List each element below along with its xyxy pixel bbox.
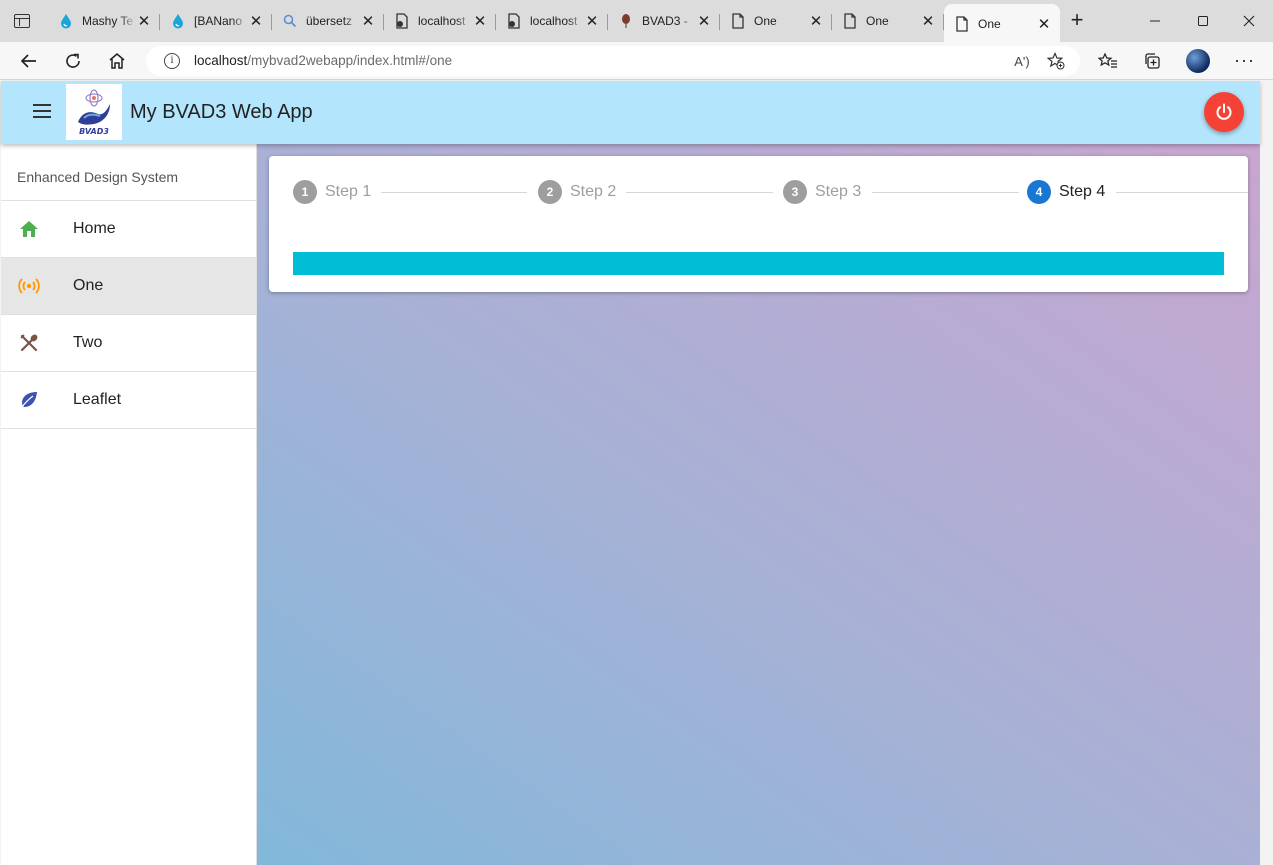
tab-title: One	[754, 14, 777, 28]
profile-avatar[interactable]	[1186, 49, 1210, 73]
leaf-icon	[18, 389, 40, 411]
tab-title: BVAD3 -	[642, 14, 688, 28]
utensils-icon	[18, 332, 40, 354]
step-number: 1	[293, 180, 317, 204]
browser-tab[interactable]: One ✕	[720, 0, 832, 42]
broadcast-icon	[18, 275, 40, 297]
page-gear-icon	[394, 13, 410, 29]
drop-icon	[170, 13, 186, 29]
main-content: 1 Step 1 2 Step 2 3 Step 3 4 Step 4	[257, 144, 1260, 865]
sidebar-item-label: Leaflet	[73, 391, 122, 408]
page-icon	[730, 13, 746, 29]
app-logo: BVAD3	[66, 84, 122, 140]
step-number: 2	[538, 180, 562, 204]
page-icon	[842, 13, 858, 29]
step-connector	[1116, 192, 1248, 193]
step-number: 3	[783, 180, 807, 204]
browser-tab[interactable]: [BANano ✕	[160, 0, 272, 42]
search-icon	[282, 13, 298, 29]
browser-tab-strip: Mashy Te ✕ [BANano ✕ übersetz ✕ localhos…	[0, 0, 1273, 44]
browser-tab[interactable]: localhost ✕	[496, 0, 608, 42]
step-connector	[872, 192, 1019, 193]
browser-tab[interactable]: Mashy Te ✕	[48, 0, 160, 42]
step-connector	[381, 192, 527, 193]
browser-tab[interactable]: One ✕	[832, 0, 944, 42]
sidebar-item-home[interactable]: Home	[1, 201, 256, 258]
power-button[interactable]	[1204, 92, 1244, 132]
favorites-icon[interactable]	[1097, 50, 1119, 72]
sidebar: Enhanced Design System Home One Two Leaf…	[1, 144, 257, 865]
drop-icon	[58, 13, 74, 29]
pin-icon	[618, 13, 634, 29]
page-icon	[954, 16, 970, 32]
step-1[interactable]: 1 Step 1	[293, 180, 371, 204]
url-field[interactable]: i localhost/mybvad2webapp/index.html#/on…	[146, 46, 1080, 76]
step-number: 4	[1027, 180, 1051, 204]
read-aloud-icon[interactable]: A')	[1012, 52, 1032, 70]
tab-actions-icon[interactable]	[14, 14, 30, 28]
logo-text: BVAD3	[79, 127, 109, 136]
tab-title: localhost	[530, 14, 578, 28]
tab-title: [BANano	[194, 14, 243, 28]
tab-title: übersetz	[306, 14, 353, 28]
step-label: Step 4	[1059, 183, 1106, 200]
web-app: BVAD3 My BVAD3 Web App Enhanced Design S…	[1, 81, 1260, 865]
collections-icon[interactable]	[1141, 50, 1163, 72]
sidebar-item-leaflet[interactable]: Leaflet	[1, 372, 256, 429]
close-icon[interactable]: ✕	[472, 12, 488, 30]
menu-icon[interactable]	[33, 104, 51, 118]
home-icon	[18, 218, 40, 240]
app-title: My BVAD3 Web App	[130, 101, 313, 123]
back-icon[interactable]	[17, 49, 41, 73]
home-browser-icon[interactable]	[105, 49, 129, 73]
maximize-icon[interactable]	[1192, 10, 1214, 32]
add-favorite-icon[interactable]	[1046, 52, 1066, 70]
tab-title: localhost	[418, 14, 466, 28]
sidebar-item-label: One	[73, 277, 104, 294]
close-icon[interactable]: ✕	[136, 12, 152, 30]
browser-tab-active[interactable]: One ✕	[944, 4, 1060, 44]
url-text: localhost/mybvad2webapp/index.html#/one	[194, 53, 453, 68]
close-icon[interactable]: ✕	[920, 12, 936, 30]
refresh-icon[interactable]	[61, 49, 85, 73]
progress-bar	[293, 252, 1224, 275]
close-icon[interactable]: ✕	[584, 12, 600, 30]
close-icon[interactable]: ✕	[696, 12, 712, 30]
step-4-active[interactable]: 4 Step 4	[1027, 180, 1105, 204]
close-window-icon[interactable]	[1238, 10, 1260, 32]
step-label: Step 3	[815, 183, 862, 200]
app-bar: BVAD3 My BVAD3 Web App	[1, 81, 1260, 144]
browser-tab[interactable]: localhost ✕	[384, 0, 496, 42]
site-info-icon[interactable]: i	[164, 53, 180, 69]
step-2[interactable]: 2 Step 2	[538, 180, 616, 204]
sidebar-item-label: Home	[73, 220, 116, 237]
tab-title: One	[866, 14, 889, 28]
step-3[interactable]: 3 Step 3	[783, 180, 861, 204]
close-icon[interactable]: ✕	[360, 12, 376, 30]
step-label: Step 2	[570, 183, 617, 200]
step-label: Step 1	[325, 183, 372, 200]
tab-title: One	[978, 17, 1001, 31]
sidebar-item-two[interactable]: Two	[1, 315, 256, 372]
stepper-card: 1 Step 1 2 Step 2 3 Step 3 4 Step 4	[269, 156, 1248, 292]
tab-title: Mashy Te	[82, 14, 134, 28]
power-icon	[1216, 103, 1232, 120]
address-bar: i localhost/mybvad2webapp/index.html#/on…	[0, 42, 1273, 80]
tab-list: Mashy Te ✕ [BANano ✕ übersetz ✕ localhos…	[48, 0, 1060, 44]
step-connector	[626, 192, 773, 193]
browser-tab[interactable]: übersetz ✕	[272, 0, 384, 42]
sidebar-header: Enhanced Design System	[1, 144, 256, 201]
more-icon[interactable]: ···	[1234, 50, 1255, 71]
close-icon[interactable]: ✕	[248, 12, 264, 30]
sidebar-item-label: Two	[73, 334, 103, 351]
close-icon[interactable]: ✕	[1036, 15, 1052, 33]
browser-tab[interactable]: BVAD3 - ✕	[608, 0, 720, 42]
new-tab-button[interactable]: +	[1066, 9, 1088, 32]
minimize-icon[interactable]	[1144, 10, 1166, 32]
page-gear-icon	[506, 13, 522, 29]
sidebar-item-one[interactable]: One	[1, 258, 256, 315]
close-icon[interactable]: ✕	[808, 12, 824, 30]
